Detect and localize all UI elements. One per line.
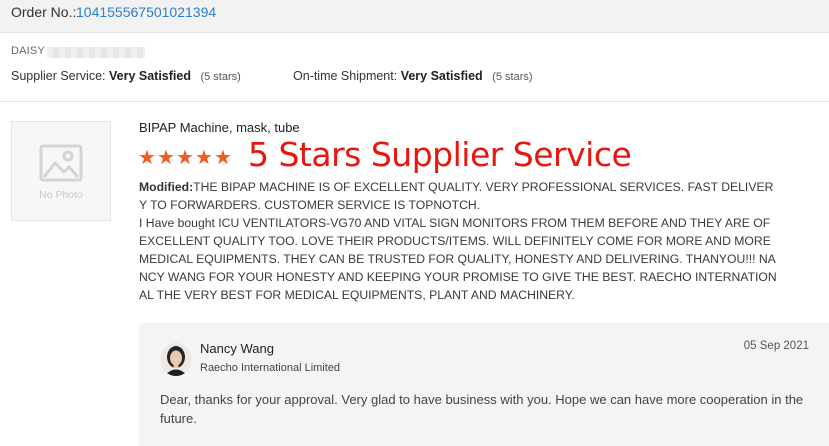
star-icon: ★ xyxy=(157,147,175,169)
no-photo-label: No Photo xyxy=(39,189,83,201)
star-rating: ★★★★★ xyxy=(138,147,233,169)
review-text-line2: I Have bought ICU VENTILATORS-VG70 AND V… xyxy=(139,216,777,302)
image-placeholder-icon xyxy=(39,144,83,182)
review-text-line1: THE BIPAP MACHINE IS OF EXCELLENT QUALIT… xyxy=(139,180,774,212)
reply-text: Dear, thanks for your approval. Very gla… xyxy=(160,392,804,426)
supplier-service-value: Very Satisfied xyxy=(108,69,191,83)
seller-company: Raecho International Limited xyxy=(200,362,341,374)
supplier-service-label: Supplier Service: xyxy=(11,69,106,83)
star-icon: ★ xyxy=(214,147,232,169)
order-bar: Order No.: 104155567501021394 xyxy=(0,0,829,33)
seller-avatar xyxy=(161,343,191,376)
masked-reviewer-info xyxy=(47,47,145,58)
order-number-link[interactable]: 104155567501021394 xyxy=(76,4,216,20)
product-thumbnail[interactable]: No Photo xyxy=(11,121,111,221)
shipment-stars: (5 stars) xyxy=(492,71,533,83)
seller-reply: Nancy Wang Raecho International Limited … xyxy=(139,323,829,446)
divider xyxy=(0,101,829,102)
review-body: Modified:THE BIPAP MACHINE IS OF EXCELLE… xyxy=(139,178,779,304)
order-label: Order No.: xyxy=(11,4,77,20)
reviewer-name: DAISY xyxy=(11,45,46,57)
shipment-rating: On-time Shipment: Very Satisfied (5 star… xyxy=(293,69,533,83)
supplier-service-stars: (5 stars) xyxy=(200,71,241,83)
supplier-service-rating: Supplier Service: Very Satisfied (5 star… xyxy=(11,69,241,83)
product-title[interactable]: BIPAP Machine, mask, tube xyxy=(139,120,300,135)
reply-date: 05 Sep 2021 xyxy=(743,340,809,352)
shipment-value: Very Satisfied xyxy=(400,69,483,83)
star-icon: ★ xyxy=(195,147,213,169)
review-headline: 5 Stars Supplier Service xyxy=(248,135,632,174)
seller-name: Nancy Wang xyxy=(200,341,274,356)
star-icon: ★ xyxy=(138,147,156,169)
modified-label: Modified: xyxy=(139,180,194,194)
star-icon: ★ xyxy=(176,147,194,169)
shipment-label: On-time Shipment: xyxy=(293,69,398,83)
